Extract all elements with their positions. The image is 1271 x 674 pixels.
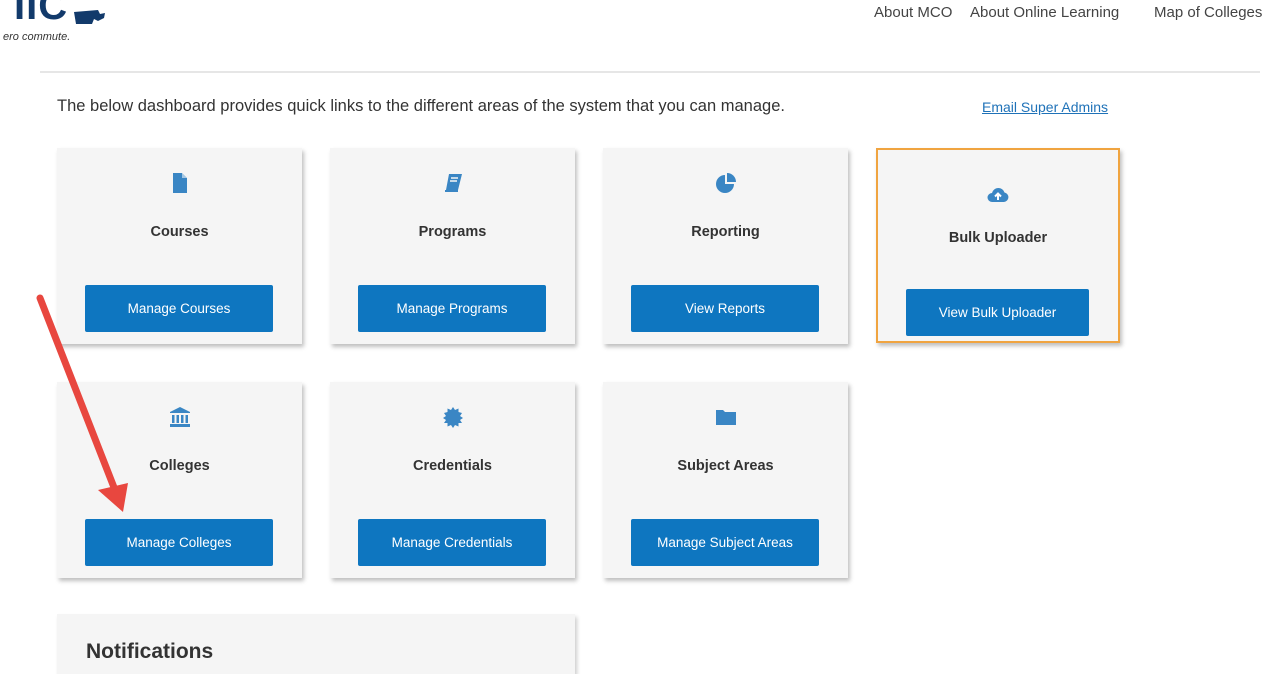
card-label: Colleges bbox=[149, 458, 210, 474]
pie-chart-icon bbox=[715, 173, 736, 193]
card-label: Credentials bbox=[413, 458, 492, 474]
logo-mark: IIC bbox=[14, 0, 69, 28]
card-reporting: Reporting View Reports bbox=[603, 148, 848, 344]
nav-about-online-learning[interactable]: About Online Learning bbox=[970, 4, 1119, 21]
card-bulk-uploader: Bulk Uploader View Bulk Uploader bbox=[876, 148, 1120, 343]
card-colleges: Colleges Manage Colleges bbox=[57, 382, 302, 578]
card-label: Bulk Uploader bbox=[948, 230, 1048, 246]
header-divider bbox=[40, 71, 1260, 73]
folder-icon bbox=[715, 410, 736, 425]
manage-colleges-button[interactable]: Manage Colleges bbox=[85, 519, 273, 566]
card-programs: Programs Manage Programs bbox=[330, 148, 575, 344]
card-subject-areas: Subject Areas Manage Subject Areas bbox=[603, 382, 848, 578]
institution-icon bbox=[169, 407, 190, 427]
nav-about-mco[interactable]: About MCO bbox=[874, 4, 952, 21]
massachusetts-map-icon bbox=[74, 10, 105, 24]
card-courses: Courses Manage Courses bbox=[57, 148, 302, 344]
card-label: Reporting bbox=[691, 224, 760, 240]
email-super-admins-link[interactable]: Email Super Admins bbox=[982, 99, 1108, 115]
card-label: Courses bbox=[150, 224, 209, 240]
notifications-panel: Notifications bbox=[57, 614, 575, 674]
file-icon bbox=[172, 173, 187, 193]
manage-credentials-button[interactable]: Manage Credentials bbox=[358, 519, 546, 566]
view-bulk-uploader-button[interactable]: View Bulk Uploader bbox=[906, 289, 1089, 336]
nav-map-of-colleges[interactable]: Map of Colleges bbox=[1154, 4, 1262, 21]
manage-subject-areas-button[interactable]: Manage Subject Areas bbox=[631, 519, 819, 566]
card-label: Subject Areas bbox=[677, 458, 774, 474]
book-icon bbox=[444, 174, 462, 192]
manage-courses-button[interactable]: Manage Courses bbox=[85, 285, 273, 332]
manage-programs-button[interactable]: Manage Programs bbox=[358, 285, 546, 332]
dashboard-intro: The below dashboard provides quick links… bbox=[57, 97, 785, 115]
cloud-upload-icon bbox=[987, 188, 1009, 202]
card-label: Programs bbox=[418, 224, 487, 240]
certificate-icon bbox=[442, 407, 463, 428]
view-reports-button[interactable]: View Reports bbox=[631, 285, 819, 332]
logo-tagline: ero commute. bbox=[3, 31, 71, 43]
site-logo[interactable]: IIC ero commute. bbox=[0, 0, 120, 50]
card-credentials: Credentials Manage Credentials bbox=[330, 382, 575, 578]
notifications-title: Notifications bbox=[86, 640, 214, 663]
